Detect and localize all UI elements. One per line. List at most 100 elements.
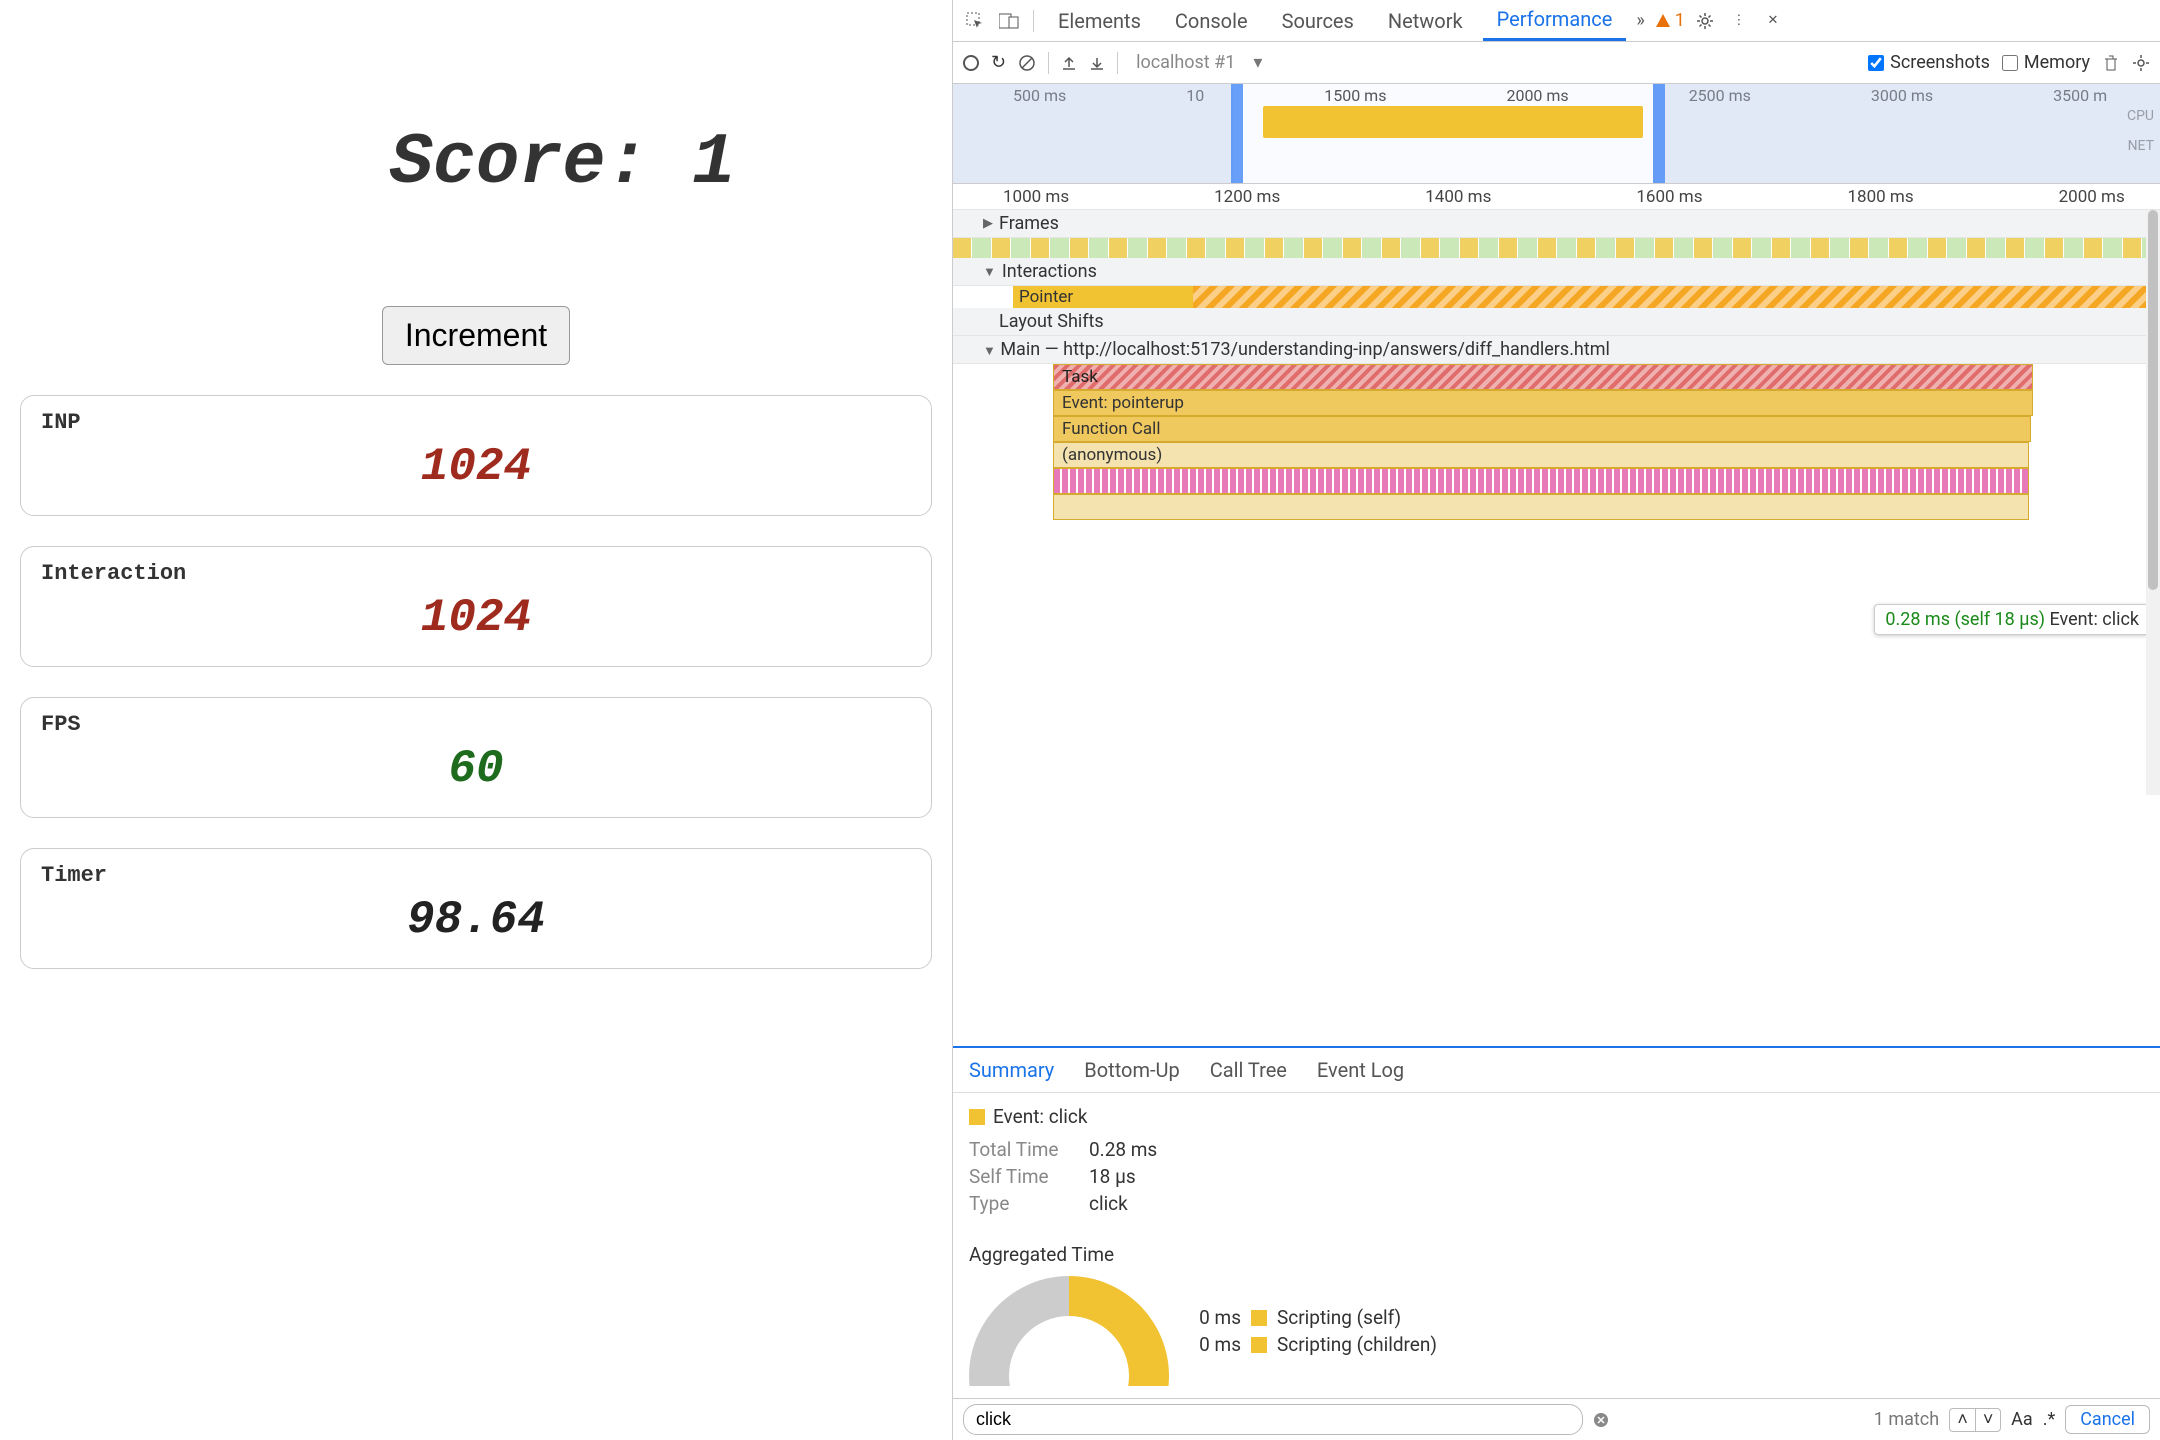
metric-label: Interaction	[41, 561, 911, 586]
details-tabs: Summary Bottom-Up Call Tree Event Log	[953, 1048, 2160, 1093]
clear-icon[interactable]	[1018, 54, 1036, 72]
flame-chart[interactable]: Task Event: pointerup Function Call (ano…	[1053, 364, 2160, 520]
kv-value: 0.28 ms	[1089, 1138, 1157, 1161]
tick: 1400 ms	[1425, 187, 1491, 207]
metric-card-interaction: Interaction 1024	[20, 546, 932, 667]
kebab-menu-icon[interactable]: ⋮	[1725, 7, 1753, 35]
scrollbar-thumb[interactable]	[2148, 210, 2158, 590]
memory-checkbox-input[interactable]	[2002, 55, 2018, 71]
metric-value: 98.64	[41, 894, 911, 946]
tab-sources[interactable]: Sources	[1268, 0, 1368, 41]
tick: 1600 ms	[1636, 187, 1702, 207]
pointer-segment-orange[interactable]	[1193, 286, 2160, 308]
tab-summary[interactable]: Summary	[969, 1058, 1054, 1082]
memory-checkbox[interactable]: Memory	[2002, 52, 2090, 73]
flame-tooltip: 0.28 ms (self 18 µs) Event: click	[1874, 604, 2150, 635]
summary-panel: Event: click Total Time0.28 ms Self Time…	[953, 1093, 2160, 1398]
profile-selector[interactable]: localhost #1	[1130, 50, 1241, 75]
capture-settings-gear-icon[interactable]	[2132, 54, 2150, 72]
overview-handle-left[interactable]	[1231, 84, 1243, 183]
devtools-tabstrip: Elements Console Sources Network Perform…	[953, 0, 2160, 42]
screenshots-label: Screenshots	[1890, 52, 1990, 73]
tab-elements[interactable]: Elements	[1044, 0, 1155, 41]
upload-profile-icon[interactable]	[1061, 55, 1077, 71]
interactions-track-header[interactable]: ▼Interactions	[953, 258, 2160, 286]
search-cancel-button[interactable]: Cancel	[2065, 1405, 2150, 1434]
overview-timeline[interactable]: 500 ms 10 1500 ms 2000 ms 2500 ms 3000 m…	[953, 84, 2160, 184]
more-tabs-icon[interactable]: »	[1632, 10, 1648, 31]
legend-label: Scripting (self)	[1277, 1306, 1401, 1329]
search-prev-icon[interactable]: ˄	[1949, 1408, 1975, 1432]
flame-task[interactable]: Task	[1053, 364, 2033, 390]
close-devtools-icon[interactable]: ✕	[1759, 7, 1787, 35]
legend-value: 0 ms	[1181, 1306, 1241, 1329]
frames-strip	[953, 238, 2160, 258]
flame-row-extra[interactable]	[1053, 494, 2029, 520]
flame-event-pointerup[interactable]: Event: pointerup	[1053, 390, 2033, 416]
tick: 1800 ms	[1848, 187, 1914, 207]
clear-search-icon[interactable]	[1593, 1412, 1609, 1428]
main-thread-header[interactable]: ▼ Main — http://localhost:5173/understan…	[953, 336, 2160, 364]
metric-label: FPS	[41, 712, 911, 737]
device-toolbar-icon[interactable]	[995, 7, 1023, 35]
devtools-panel: Elements Console Sources Network Perform…	[952, 0, 2160, 1440]
tab-bottom-up[interactable]: Bottom-Up	[1084, 1058, 1179, 1082]
tick: 1200 ms	[1214, 187, 1280, 207]
flamechart-area[interactable]: ▶Frames ▼Interactions Pointer Layout Shi…	[953, 210, 2160, 1048]
tick: 1000 ms	[1003, 187, 1069, 207]
page-under-test: Score: 1 Increment INP 1024 Interaction …	[0, 0, 952, 1440]
reload-record-icon[interactable]: ↻	[991, 52, 1006, 73]
warnings-badge[interactable]: 1	[1655, 10, 1685, 31]
chevron-down-icon[interactable]: ▾	[1253, 52, 1262, 73]
flamechart-scrollbar[interactable]	[2146, 210, 2160, 795]
frames-track-header[interactable]: ▶Frames	[953, 210, 2160, 238]
disclosure-icon: ▼	[983, 264, 996, 280]
download-profile-icon[interactable]	[1089, 55, 1105, 71]
tab-console[interactable]: Console	[1161, 0, 1262, 41]
tab-network[interactable]: Network	[1374, 0, 1477, 41]
tab-call-tree[interactable]: Call Tree	[1210, 1058, 1287, 1082]
pointer-segment-yellow[interactable]: Pointer	[1013, 286, 1193, 308]
pointer-interaction-row[interactable]: Pointer	[1013, 286, 2160, 308]
regex-toggle[interactable]: .*	[2043, 1409, 2056, 1430]
summary-swatch	[969, 1109, 985, 1125]
aggregated-legend: 0 ms Scripting (self) 0 ms Scripting (chil…	[1181, 1302, 1437, 1360]
increment-button[interactable]: Increment	[382, 306, 570, 365]
layout-shifts-label: Layout Shifts	[999, 311, 1104, 332]
search-input[interactable]	[963, 1404, 1583, 1435]
kv-key: Type	[969, 1192, 1069, 1215]
flame-layout-row[interactable]	[1053, 468, 2029, 494]
gc-icon[interactable]	[2102, 54, 2120, 72]
inspect-icon[interactable]	[961, 7, 989, 35]
memory-label: Memory	[2024, 52, 2090, 73]
flame-anonymous[interactable]: (anonymous)	[1053, 442, 2029, 468]
legend-label: Scripting (children)	[1277, 1333, 1437, 1356]
legend-swatch	[1251, 1337, 1267, 1353]
tick: 1500 ms	[1324, 86, 1386, 105]
disclosure-icon: ▼	[983, 344, 996, 359]
screenshots-checkbox[interactable]: Screenshots	[1868, 52, 1990, 73]
layout-shifts-header[interactable]: Layout Shifts	[953, 308, 2160, 336]
tick: 2000 ms	[2059, 187, 2125, 207]
screenshots-checkbox-input[interactable]	[1868, 55, 1884, 71]
tab-performance[interactable]: Performance	[1483, 0, 1627, 41]
aggregated-donut	[969, 1276, 1169, 1386]
search-match-count: 1 match	[1874, 1409, 1939, 1430]
flame-function-call[interactable]: Function Call	[1053, 416, 2031, 442]
legend-value: 0 ms	[1181, 1333, 1241, 1356]
tab-event-log[interactable]: Event Log	[1317, 1058, 1404, 1082]
metric-label: Timer	[41, 863, 911, 888]
pointer-label: Pointer	[1019, 287, 1073, 307]
search-next-icon[interactable]: ˅	[1975, 1408, 2001, 1432]
summary-event-title: Event: click	[993, 1105, 1088, 1128]
overview-handle-right[interactable]	[1653, 84, 1665, 183]
overview-dim-right	[1653, 84, 2160, 183]
match-case-toggle[interactable]: Aa	[2011, 1409, 2033, 1430]
score-heading: Score: 1	[20, 40, 932, 286]
record-icon[interactable]	[963, 55, 979, 71]
settings-gear-icon[interactable]	[1691, 7, 1719, 35]
score-value: 1	[692, 122, 735, 204]
metric-value: 1024	[41, 592, 911, 644]
frames-label: Frames	[999, 213, 1059, 234]
tooltip-timing: 0.28 ms (self 18 µs)	[1885, 609, 2045, 630]
